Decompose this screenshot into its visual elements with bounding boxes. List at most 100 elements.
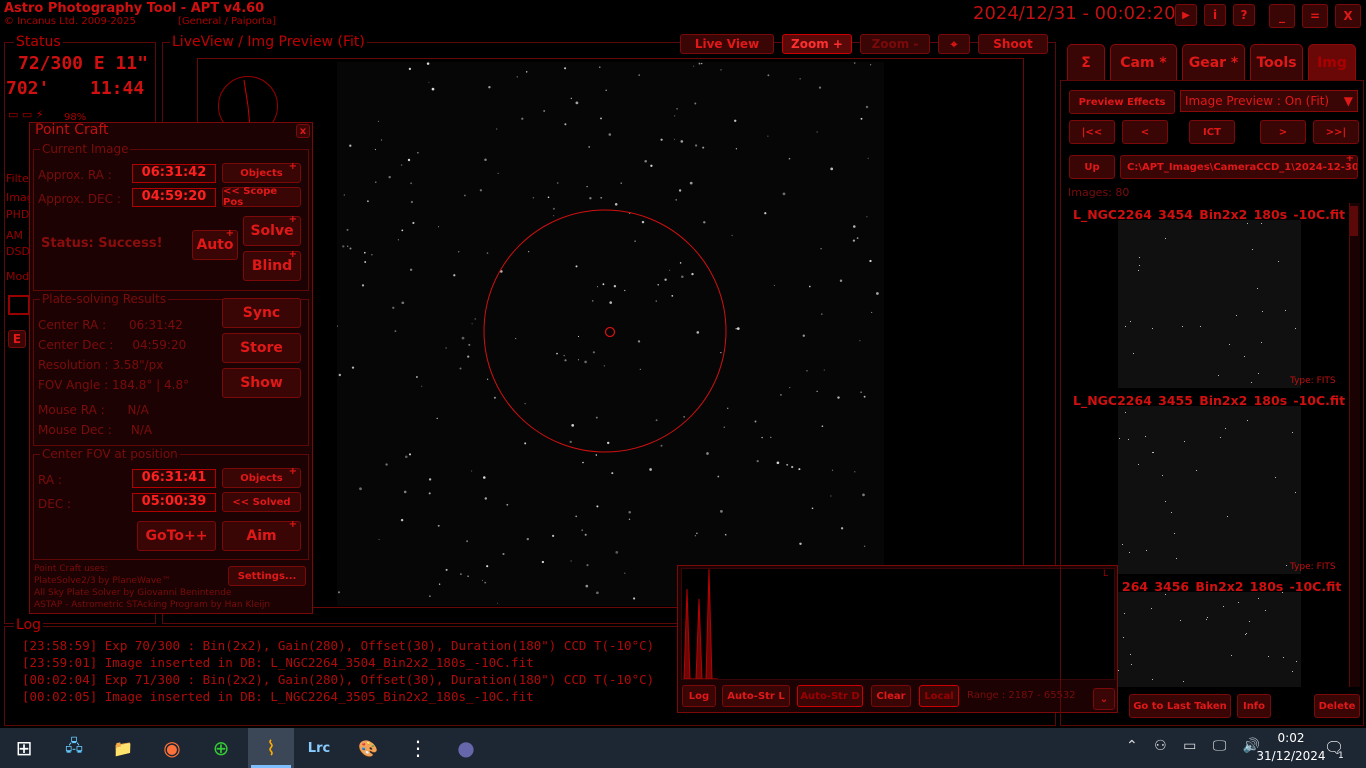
firefox-icon[interactable]: ◉: [156, 732, 188, 764]
settings-button[interactable]: Settings...: [228, 566, 306, 586]
preview-mode-select[interactable]: Image Preview : On (Fit) ▼: [1180, 90, 1358, 112]
minimize-button[interactable]: _: [1269, 4, 1295, 28]
help-button[interactable]: ?: [1233, 4, 1255, 26]
tab-cam[interactable]: Cam *: [1110, 44, 1177, 80]
thumb-star: [1196, 470, 1197, 471]
star: [581, 529, 584, 532]
file-list-scrollbar[interactable]: [1349, 203, 1360, 687]
clear-button[interactable]: Clear: [871, 685, 911, 707]
tray-icons[interactable]: ⌃ ⚇ ▭ 🖵 🔊: [1126, 738, 1266, 754]
target-objects-label: Objects: [240, 472, 283, 484]
image-thumbnail[interactable]: [1118, 406, 1301, 574]
target-objects-button[interactable]: Objects +: [222, 466, 301, 488]
scope-pos-button[interactable]: << Scope Pos: [222, 186, 301, 208]
network-app-icon[interactable]: 🖧: [58, 732, 90, 764]
target-ra-field[interactable]: 06:31:41: [132, 469, 216, 488]
prev-image-button[interactable]: <: [1122, 120, 1168, 144]
first-image-button[interactable]: |<<: [1069, 120, 1115, 144]
ninja-app-icon[interactable]: ⋮: [402, 732, 434, 764]
paint-icon[interactable]: 🎨: [352, 732, 384, 764]
solved-button[interactable]: << Solved: [222, 492, 301, 512]
zoom-out-button[interactable]: Zoom -: [860, 34, 930, 54]
star: [595, 454, 598, 456]
star: [343, 194, 345, 196]
star: [860, 117, 863, 120]
aim-button[interactable]: Aim +: [222, 519, 301, 551]
auto-str-l-button[interactable]: Auto-Str L: [722, 685, 790, 707]
star: [720, 510, 723, 513]
store-button[interactable]: Store: [222, 333, 301, 363]
star: [493, 396, 496, 399]
image-thumbnail[interactable]: [1118, 592, 1301, 687]
tab-gear[interactable]: Gear *: [1182, 44, 1245, 80]
up-folder-button[interactable]: Up: [1069, 155, 1115, 179]
image-thumbnail[interactable]: [1118, 220, 1301, 388]
star: [613, 284, 617, 288]
star: [799, 78, 801, 80]
info-image-button[interactable]: Info: [1237, 694, 1271, 718]
stellarium-icon[interactable]: ●: [450, 732, 482, 764]
blind-button-label: Blind: [251, 258, 293, 274]
objects-button[interactable]: Objects +: [222, 161, 301, 183]
star: [349, 247, 352, 250]
clock: 2024/12/31 - 00:02:20: [973, 3, 1176, 24]
target-dec-field[interactable]: 05:00:39: [132, 493, 216, 512]
crosshair-button[interactable]: ⌖: [938, 34, 970, 54]
show-button[interactable]: Show: [222, 368, 301, 398]
go-to-last-taken-button[interactable]: Go to Last Taken: [1129, 694, 1231, 718]
star: [634, 240, 636, 242]
phd2-icon[interactable]: ⊕: [205, 732, 237, 764]
info-button[interactable]: i: [1204, 4, 1226, 26]
goto-button[interactable]: GoTo++: [137, 521, 216, 551]
windows-start-icon[interactable]: ⊞: [8, 732, 40, 764]
star: [837, 396, 840, 399]
tab-tools[interactable]: Tools: [1250, 44, 1303, 80]
taskbar-time[interactable]: 0:02: [1266, 731, 1316, 745]
histogram-plot[interactable]: [681, 568, 1115, 680]
tab-sigma[interactable]: Σ: [1067, 44, 1105, 80]
maximize-button[interactable]: =: [1302, 4, 1328, 28]
apt-icon[interactable]: ⌇: [248, 728, 294, 768]
blind-button[interactable]: Blind +: [243, 249, 301, 281]
folder-path-button[interactable]: C:\APT_Images\CameraCCD_1\2024-12-30 +: [1120, 155, 1358, 179]
preview-effects-button[interactable]: Preview Effects: [1069, 90, 1175, 114]
approx-ra-field[interactable]: 06:31:42: [132, 164, 216, 183]
auto-button[interactable]: Auto +: [192, 228, 238, 260]
lightroom-icon[interactable]: Lrc: [303, 732, 335, 764]
zoom-in-button[interactable]: Zoom +: [782, 34, 852, 54]
taskbar-date[interactable]: 31/12/2024: [1251, 749, 1331, 763]
star: [818, 86, 822, 89]
delete-image-button[interactable]: Delete: [1314, 694, 1360, 718]
e-button[interactable]: E: [8, 330, 26, 348]
live-view-button[interactable]: Live View: [680, 34, 774, 54]
battery-icon: ▭ ▭ ⚡: [8, 108, 44, 121]
status-side-label: Filte: [6, 172, 29, 185]
next-image-button[interactable]: >: [1260, 120, 1306, 144]
thumb-star: [1130, 654, 1131, 655]
thumb-star: [1139, 265, 1140, 266]
play-button[interactable]: ▶: [1175, 4, 1197, 26]
shoot-button[interactable]: Shoot: [978, 34, 1048, 54]
ict-button[interactable]: ICT: [1189, 120, 1235, 144]
tab-img[interactable]: Img: [1308, 44, 1356, 80]
scrollbar-thumb[interactable]: [1350, 206, 1358, 236]
star: [608, 133, 612, 136]
thumb-star: [1258, 373, 1259, 374]
close-app-button[interactable]: X: [1335, 4, 1361, 28]
star: [408, 67, 412, 71]
auto-str-d-button[interactable]: Auto-Str D: [797, 685, 863, 707]
log-button[interactable]: Log: [682, 685, 716, 707]
live-image[interactable]: [336, 62, 884, 606]
thumb-star: [1247, 420, 1248, 421]
star: [407, 158, 411, 162]
local-button[interactable]: Local: [919, 685, 959, 707]
sync-button[interactable]: Sync: [222, 298, 301, 328]
approx-dec-field[interactable]: 04:59:20: [132, 188, 216, 207]
last-image-button[interactable]: >>|: [1313, 120, 1359, 144]
solve-button[interactable]: Solve +: [243, 214, 301, 246]
star: [614, 203, 618, 206]
thumb-star: [1206, 619, 1207, 620]
file-explorer-icon[interactable]: 📁: [107, 732, 139, 764]
pointcraft-close-button[interactable]: x: [296, 124, 310, 138]
star: [458, 251, 460, 253]
